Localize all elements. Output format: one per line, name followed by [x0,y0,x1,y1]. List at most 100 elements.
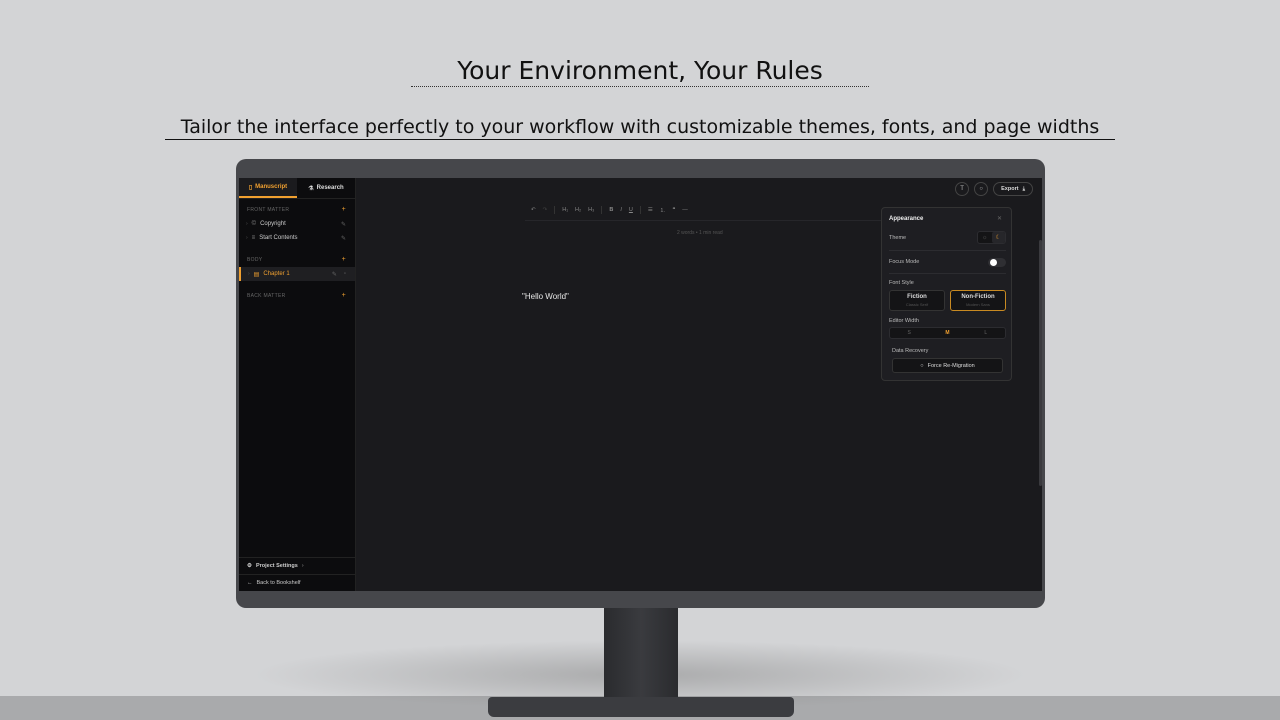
editor-width-selector: S M L [889,327,1006,339]
theme-toggle[interactable]: ☼ ☾ [977,231,1006,244]
monitor-frame: ▯ Manuscript ⚗ Research FRONT MATTER + ›… [236,159,1045,608]
scrollbar[interactable] [1039,240,1042,486]
section-label: BODY [247,257,263,263]
chevron-right-icon: › [246,235,248,241]
search-button[interactable]: ○ [974,182,989,196]
sidebar-footer: ⚙ Project Settings › ← Back to Bookshelf [239,557,356,591]
theme-label: Theme [889,235,907,241]
trash-icon[interactable]: ▫ [344,271,346,277]
sidebar-item-label: Chapter 1 [263,271,290,277]
width-option-s[interactable]: S [890,328,928,338]
undo-icon[interactable]: ↶ [531,207,536,213]
sidebar-item-label: Copyright [260,221,286,227]
heading-3-button[interactable]: H₃ [588,207,594,213]
monitor-stand-neck [604,606,678,702]
font-option-subtitle: Modern Sans [966,302,990,307]
sidebar-item-label: Start Contents [259,235,298,241]
topbar-actions: T ○ Export ⤓ [955,182,1033,196]
sidebar-tabs: ▯ Manuscript ⚗ Research [239,178,355,199]
tab-manuscript-label: Manuscript [255,184,288,190]
editor-content[interactable]: "Hello World" [522,292,569,301]
copyright-icon: © [251,221,257,227]
tab-research-label: Research [316,185,344,191]
edit-icon[interactable]: ✎ [332,271,337,278]
close-icon[interactable]: ✕ [997,215,1002,222]
divider [889,250,1006,251]
appearance-panel: Appearance ✕ Theme ☼ ☾ Focus Mode Font S… [881,207,1012,381]
font-style-label: Font Style [889,280,914,286]
quote-icon[interactable]: ❝ [672,207,675,213]
typography-button[interactable]: T [955,182,970,196]
list-icon: ≡ [251,235,256,241]
sidebar-item-chapter-1[interactable]: › ▤ Chapter 1 ✎ ▫ [239,267,355,281]
heading-1-button[interactable]: H₁ [562,207,568,213]
numbered-list-icon[interactable]: ⒈ [660,206,666,214]
focus-mode-toggle[interactable] [988,258,1006,267]
force-re-migration-button[interactable]: ○ Force Re-Migration [892,358,1003,373]
chevron-right-icon: › [301,563,304,569]
monitor-stand-base [488,697,794,717]
heading-2-button[interactable]: H₂ [575,207,581,213]
horizontal-rule-icon[interactable]: — [682,207,688,213]
bold-button[interactable]: B [609,207,613,213]
add-front-matter-button[interactable]: + [342,206,346,213]
add-chapter-button[interactable]: + [342,256,346,263]
section-label: FRONT MATTER [247,207,290,213]
section-back-matter: BACK MATTER + [239,292,355,299]
divider [889,273,1006,274]
sidebar-item-start-contents[interactable]: › ≡ Start Contents ✎ [239,231,355,245]
type-icon: T [960,186,964,192]
editor-toolbar: ↶ ↷ H₁ H₂ H₃ B I U ☰ ⒈ ❝ — [531,206,688,214]
back-to-bookshelf-label: Back to Bookshelf [256,580,301,586]
toolbar-divider [639,206,641,214]
italic-button[interactable]: I [620,207,622,213]
font-option-title: Non-Fiction [961,294,995,300]
arrow-left-icon: ← [247,580,253,586]
font-option-non-fiction[interactable]: Non-Fiction Modern Sans [950,290,1006,311]
appearance-title: Appearance [889,216,924,222]
tab-research[interactable]: ⚗ Research [297,178,355,198]
width-option-l[interactable]: L [967,328,1005,338]
tab-manuscript[interactable]: ▯ Manuscript [239,178,297,198]
book-icon: ▯ [248,184,253,191]
section-label: BACK MATTER [247,293,286,299]
sidebar-item-copyright[interactable]: › © Copyright ✎ [239,217,355,231]
chevron-right-icon: › [248,271,250,277]
underline-button[interactable]: U [629,207,633,213]
project-settings-label: Project Settings [255,563,298,569]
edit-icon[interactable]: ✎ [341,235,346,242]
download-icon: ⤓ [1022,185,1025,192]
toolbar-divider [601,206,603,214]
export-button[interactable]: Export ⤓ [993,182,1033,196]
editor-width-label: Editor Width [889,318,919,324]
focus-mode-label: Focus Mode [889,259,920,265]
project-settings-button[interactable]: ⚙ Project Settings › [239,557,356,574]
toolbar-divider [554,206,556,214]
force-re-migration-label: Force Re-Migration [927,362,975,369]
app-screen: ▯ Manuscript ⚗ Research FRONT MATTER + ›… [239,178,1042,591]
sun-icon[interactable]: ☼ [978,232,992,243]
section-body: BODY + [239,256,355,263]
font-option-subtitle: Classic Serif [905,302,929,307]
word-count: 2 words • 1 min read [677,230,723,236]
width-option-m[interactable]: M [928,328,966,338]
chevron-right-icon: › [246,221,248,227]
font-option-fiction[interactable]: Fiction Classic Serif [889,290,945,311]
add-back-matter-button[interactable]: + [342,292,346,299]
edit-icon[interactable]: ✎ [341,221,346,228]
back-to-bookshelf-link[interactable]: ← Back to Bookshelf [239,574,356,591]
toolbar-underline [525,220,885,221]
bullet-list-icon[interactable]: ☰ [648,207,653,213]
headline: Your Environment, Your Rules [0,56,1280,87]
redo-icon[interactable]: ↷ [543,207,548,213]
document-icon: ▤ [253,271,260,278]
sidebar: ▯ Manuscript ⚗ Research FRONT MATTER + ›… [239,178,356,591]
subheadline: Tailor the interface perfectly to your w… [0,116,1280,140]
moon-icon[interactable]: ☾ [991,232,1005,243]
section-front-matter: FRONT MATTER + [239,206,355,213]
search-icon: ○ [979,186,983,192]
toggle-knob [990,259,997,266]
data-recovery-label: Data Recovery [892,348,929,354]
gear-icon: ⚙ [247,563,252,569]
refresh-icon: ○ [920,362,924,369]
